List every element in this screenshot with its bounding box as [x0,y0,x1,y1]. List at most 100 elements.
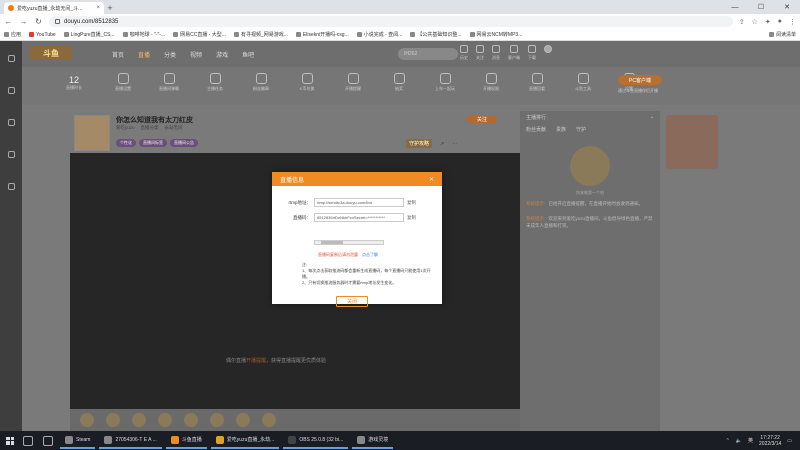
close-tab-icon[interactable]: × [96,5,100,11]
gift-item[interactable] [184,413,198,427]
sidebar-item-video[interactable] [0,139,22,169]
taskbar-app[interactable]: OBS 25.0.8 (32 bi... [283,432,349,449]
maximize-button[interactable]: ☐ [748,0,774,14]
chevron-up-icon[interactable]: ⌃ [726,438,730,444]
bookmark-item[interactable]: 应用 [4,31,21,38]
clock[interactable]: 17:27:22 2022/3/14 [759,435,781,447]
follow-button[interactable]: 关注 [467,115,497,124]
bookmark-item[interactable]: LingPure直播_CS... [63,31,115,38]
bookmark-item[interactable]: 有寻视频_网易游戏... [233,31,288,38]
reading-list[interactable]: 阅读清单 [768,31,796,38]
tool-permission[interactable]: 开播权限 [478,73,504,92]
learn-more-link[interactable]: 点击了解 [362,252,378,257]
bookmark-item[interactable]: YouTube [29,32,56,38]
room-tag[interactable]: 直播间公告 [170,139,198,147]
sidebar-item-home[interactable] [0,43,22,73]
tool-exchange[interactable]: K币兑换 [294,73,320,92]
minimize-button[interactable]: — [722,0,748,14]
browser-tab[interactable]: 爱吃yuzu直播_永劫无间_斗... × [4,2,104,14]
task-view-icon[interactable] [43,435,53,446]
stream-key-field[interactable]: 8512835rtDoNkhFxoSecret=*********** [314,213,404,222]
taskbar-app[interactable]: 27054306-T E A ... [99,432,162,449]
tool-danmu[interactable]: 直播间弹幕 [156,73,182,92]
tool-reminder[interactable]: 开播提醒 [340,73,366,92]
taskbar-app[interactable]: Steam [60,432,96,449]
room-tag[interactable]: 个性化 [116,139,136,147]
tool-replay[interactable]: 直播回看 [524,73,550,92]
notification-icon[interactable]: ▭ [787,438,792,444]
download-button[interactable]: 下载 [528,45,536,61]
rtmp-field[interactable]: rtmp://sendtc3a.douyu.com/live [314,198,404,207]
bookmark-item[interactable]: 网易云NCM转MP3... [469,31,522,38]
volume-icon[interactable]: 🔈 [736,438,742,444]
new-tab-button[interactable]: + [104,2,116,14]
back-button[interactable]: ← [4,17,13,26]
tab-fans[interactable]: 粉丝贡献 [526,126,546,133]
anchor-name[interactable]: 爱吃yuzu [116,125,135,131]
share-icon[interactable]: ⇪ [739,18,745,26]
follow-list-button[interactable]: 关注 [476,45,484,61]
extensions-icon[interactable]: ✦ [765,18,771,26]
messages-button[interactable]: 消息 [492,45,500,61]
menu-icon[interactable]: ⋮ [789,18,796,26]
profile-icon[interactable]: ● [778,18,782,26]
start-button[interactable] [4,435,16,447]
sidebar-item-live[interactable] [0,75,22,105]
gift-item[interactable] [210,413,224,427]
tool-lottery[interactable]: 抽奖 [386,73,412,92]
bookmark-item[interactable]: 咖啡地球 - "-"-... [122,31,165,38]
close-window-button[interactable]: ✕ [774,0,800,14]
room-tag[interactable]: 直播间标签 [139,139,167,147]
taskbar-app[interactable]: 斗鱼直播 [165,432,207,449]
nav-yuba[interactable]: 鱼吧 [242,50,254,59]
tab-guard[interactable]: 守护 [576,126,586,133]
room-category[interactable]: 永劫无间 [165,125,183,131]
nav-home[interactable]: 首页 [112,50,124,59]
bookmark-item[interactable]: 【公共基础知识整... [410,31,462,38]
nav-game[interactable]: 游戏 [216,50,228,59]
guard-button[interactable]: 守护攻略 [406,139,433,148]
copy-rtmp-button[interactable]: 复制 [407,200,416,206]
tool-douyu-tools[interactable]: 斗鱼工具 [570,73,596,92]
sidebar-item-match[interactable] [0,171,22,201]
chevron-down-icon[interactable]: ⌄ [650,114,654,120]
gift-item[interactable] [132,413,146,427]
gift-item[interactable] [106,413,120,427]
reminder-link[interactable]: 开播提醒 [246,358,266,364]
pc-client-button[interactable]: PC客户端 [618,75,662,85]
sidebar-item-category[interactable] [0,107,22,137]
site-search-input[interactable]: IH262 [398,48,458,60]
nav-category[interactable]: 分类 [164,50,176,59]
bookmark-item[interactable]: 小说完成 - 查阅... [356,31,402,38]
more-icon[interactable]: ⋯ [452,141,457,147]
gift-item[interactable] [158,413,172,427]
gift-item[interactable] [80,413,94,427]
forward-button[interactable]: → [19,17,28,26]
key-scrollbar[interactable] [314,240,384,245]
search-icon[interactable] [23,435,33,446]
client-button[interactable]: 客户端 [508,45,520,61]
reload-button[interactable]: ↻ [34,17,43,26]
taskbar-app[interactable]: 爱吃yuzu直播_永劫... [210,432,280,449]
tab-nobles[interactable]: 贵族 [556,126,566,133]
ad-card[interactable] [666,115,718,169]
user-avatar[interactable] [544,45,552,61]
close-dialog-button[interactable]: 关闭 [336,296,368,307]
copy-key-button[interactable]: 复制 [407,215,416,221]
nav-video[interactable]: 视频 [190,50,202,59]
star-icon[interactable]: ☆ [752,18,758,26]
tool-settings[interactable]: 直播设置 [110,73,136,92]
site-logo[interactable]: 斗鱼 [30,46,72,60]
url-input[interactable]: douyu.com/8512835 [49,16,733,27]
ime-indicator[interactable]: 英 [748,437,753,444]
gift-item[interactable] [262,413,276,427]
tool-carpool[interactable]: 上车一起玩 [432,73,458,92]
scroll-thumb[interactable] [321,241,343,244]
gift-item[interactable] [236,413,250,427]
taskbar-app[interactable]: 游戏灵境 [352,432,394,449]
nav-live[interactable]: 直播 [138,50,150,59]
share-icon[interactable]: ↗ [440,141,444,147]
history-button[interactable]: 历史 [460,45,468,61]
close-icon[interactable]: ✕ [429,176,434,183]
bookmark-item[interactable]: 网易CC直播 - 大型... [173,31,226,38]
